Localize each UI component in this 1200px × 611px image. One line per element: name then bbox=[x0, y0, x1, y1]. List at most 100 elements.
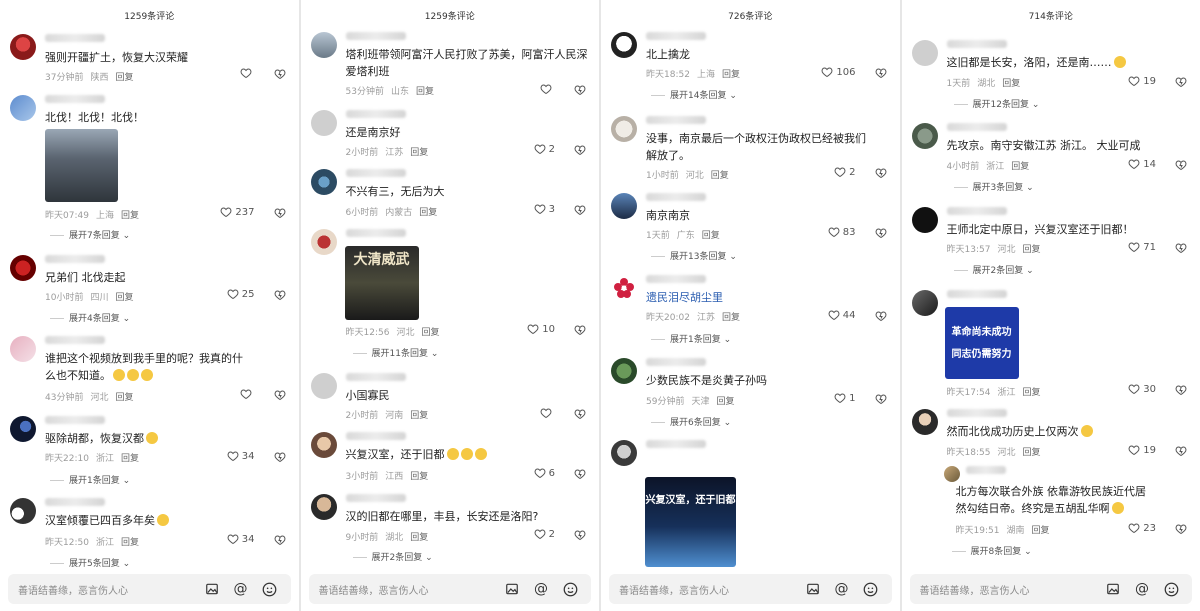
username-blurred[interactable] bbox=[45, 336, 105, 344]
reply-button[interactable]: 回复 bbox=[410, 411, 428, 421]
comment-input-bar[interactable]: 善语结善缘，恶言伤人心 @ bbox=[308, 574, 591, 604]
like-button[interactable]: 106 bbox=[821, 66, 856, 78]
username-blurred[interactable] bbox=[345, 169, 406, 177]
reply-button[interactable]: 回复 bbox=[1022, 388, 1040, 398]
dislike-icon[interactable] bbox=[1175, 76, 1187, 88]
reply-button[interactable]: 回复 bbox=[1022, 448, 1040, 458]
dislike-icon[interactable] bbox=[574, 529, 586, 541]
dislike-icon[interactable] bbox=[1175, 159, 1187, 171]
like-button[interactable]: 237 bbox=[220, 206, 255, 218]
reply-button[interactable]: 回复 bbox=[711, 171, 729, 181]
dislike-icon[interactable] bbox=[574, 408, 586, 420]
avatar[interactable] bbox=[611, 358, 637, 384]
avatar[interactable] bbox=[10, 416, 36, 442]
avatar[interactable] bbox=[911, 207, 938, 233]
reply-button[interactable]: 回复 bbox=[722, 313, 740, 323]
at-icon[interactable]: @ bbox=[834, 581, 850, 597]
dislike-icon[interactable] bbox=[274, 207, 286, 219]
username-blurred[interactable] bbox=[946, 123, 1007, 131]
username-blurred[interactable] bbox=[45, 498, 105, 506]
username-blurred[interactable] bbox=[45, 34, 105, 42]
reply-button[interactable]: 回复 bbox=[421, 328, 439, 338]
dislike-icon[interactable] bbox=[1175, 384, 1187, 396]
like-button[interactable] bbox=[540, 407, 555, 419]
expand-replies-button[interactable]: 展开2条回复 ⌄ bbox=[353, 550, 433, 563]
dislike-icon[interactable] bbox=[574, 144, 586, 156]
username-blurred[interactable] bbox=[345, 432, 406, 440]
like-button[interactable]: 30 bbox=[1128, 383, 1156, 395]
like-button[interactable]: 34 bbox=[227, 450, 255, 462]
emoji-icon[interactable] bbox=[863, 581, 879, 597]
reply-button[interactable]: 回复 bbox=[115, 293, 133, 303]
username-blurred[interactable] bbox=[646, 358, 706, 366]
username-blurred[interactable] bbox=[45, 255, 105, 263]
avatar[interactable] bbox=[911, 123, 938, 149]
dislike-icon[interactable] bbox=[274, 289, 286, 301]
username-blurred[interactable] bbox=[345, 494, 406, 502]
comment-image[interactable]: 革命尚未成功 同志仍需努力 bbox=[944, 307, 1019, 379]
comment-input-bar[interactable]: 善语结善缘，恶言伤人心 @ bbox=[609, 574, 892, 604]
username-blurred[interactable] bbox=[946, 409, 1007, 417]
username-blurred[interactable] bbox=[965, 466, 1006, 474]
like-button[interactable] bbox=[240, 67, 255, 79]
dislike-icon[interactable] bbox=[274, 68, 286, 80]
reply-button[interactable]: 回复 bbox=[115, 73, 133, 83]
avatar[interactable] bbox=[911, 290, 938, 316]
avatar[interactable] bbox=[943, 466, 960, 482]
reply-button[interactable]: 回复 bbox=[1031, 526, 1049, 536]
reply-button[interactable]: 回复 bbox=[702, 231, 720, 241]
reply-button[interactable]: 回复 bbox=[121, 454, 139, 464]
reply-button[interactable]: 回复 bbox=[1002, 79, 1020, 89]
like-button[interactable]: 2 bbox=[534, 143, 555, 155]
expand-replies-button[interactable]: 展开7条回复 ⌄ bbox=[50, 228, 130, 241]
like-button[interactable] bbox=[540, 83, 555, 95]
like-button[interactable]: 1 bbox=[834, 392, 856, 404]
avatar[interactable] bbox=[911, 409, 938, 435]
reply-button[interactable]: 回复 bbox=[416, 87, 434, 97]
username-blurred[interactable] bbox=[946, 40, 1007, 48]
username-blurred[interactable] bbox=[45, 95, 105, 103]
image-icon[interactable] bbox=[504, 581, 520, 597]
comment-input-bar[interactable]: 善语结善缘，恶言伤人心 @ bbox=[8, 574, 291, 604]
expand-replies-button[interactable]: 展开14条回复 ⌄ bbox=[651, 88, 737, 101]
like-button[interactable]: 3 bbox=[534, 203, 555, 215]
avatar[interactable] bbox=[310, 432, 337, 458]
dislike-icon[interactable] bbox=[574, 204, 586, 216]
dislike-icon[interactable] bbox=[574, 324, 586, 336]
expand-replies-button[interactable]: 展开11条回复 ⌄ bbox=[353, 346, 439, 359]
image-icon[interactable] bbox=[1105, 581, 1121, 597]
reply-button[interactable]: 回复 bbox=[419, 208, 437, 218]
username-blurred[interactable] bbox=[345, 32, 406, 40]
avatar[interactable] bbox=[310, 110, 337, 136]
avatar[interactable] bbox=[611, 440, 637, 466]
expand-replies-button[interactable]: 展开8条回复 ⌄ bbox=[952, 544, 1032, 557]
reply-button[interactable]: 回复 bbox=[121, 211, 139, 221]
dislike-icon[interactable] bbox=[875, 393, 887, 405]
like-button[interactable]: 83 bbox=[828, 226, 856, 238]
avatar[interactable] bbox=[10, 498, 36, 524]
expand-replies-button[interactable]: 展开13条回复 ⌄ bbox=[651, 249, 737, 262]
username-blurred[interactable] bbox=[345, 373, 406, 381]
reply-button[interactable]: 回复 bbox=[1011, 162, 1029, 172]
reply-button[interactable]: 回复 bbox=[1022, 245, 1040, 255]
username-blurred[interactable] bbox=[646, 440, 706, 448]
like-button[interactable]: 71 bbox=[1128, 241, 1156, 253]
at-icon[interactable]: @ bbox=[233, 581, 249, 597]
username-blurred[interactable] bbox=[646, 275, 706, 283]
dislike-icon[interactable] bbox=[1175, 523, 1187, 535]
comment-input-bar[interactable]: 善语结善缘，恶言伤人心 @ bbox=[909, 574, 1192, 604]
reply-button[interactable]: 回复 bbox=[410, 533, 428, 543]
image-icon[interactable] bbox=[204, 581, 220, 597]
like-button[interactable]: 34 bbox=[227, 533, 255, 545]
avatar[interactable] bbox=[10, 95, 36, 121]
like-button[interactable]: 2 bbox=[834, 166, 856, 178]
avatar[interactable] bbox=[611, 193, 637, 219]
avatar[interactable] bbox=[10, 255, 36, 281]
expand-replies-button[interactable]: 展开2条回复 ⌄ bbox=[954, 263, 1034, 276]
dislike-icon[interactable] bbox=[875, 67, 887, 79]
like-button[interactable]: 23 bbox=[1128, 522, 1156, 534]
at-icon[interactable]: @ bbox=[533, 581, 549, 597]
avatar[interactable] bbox=[310, 373, 337, 399]
comment-image[interactable]: 大清威武 bbox=[344, 246, 419, 320]
avatar[interactable] bbox=[310, 229, 337, 255]
